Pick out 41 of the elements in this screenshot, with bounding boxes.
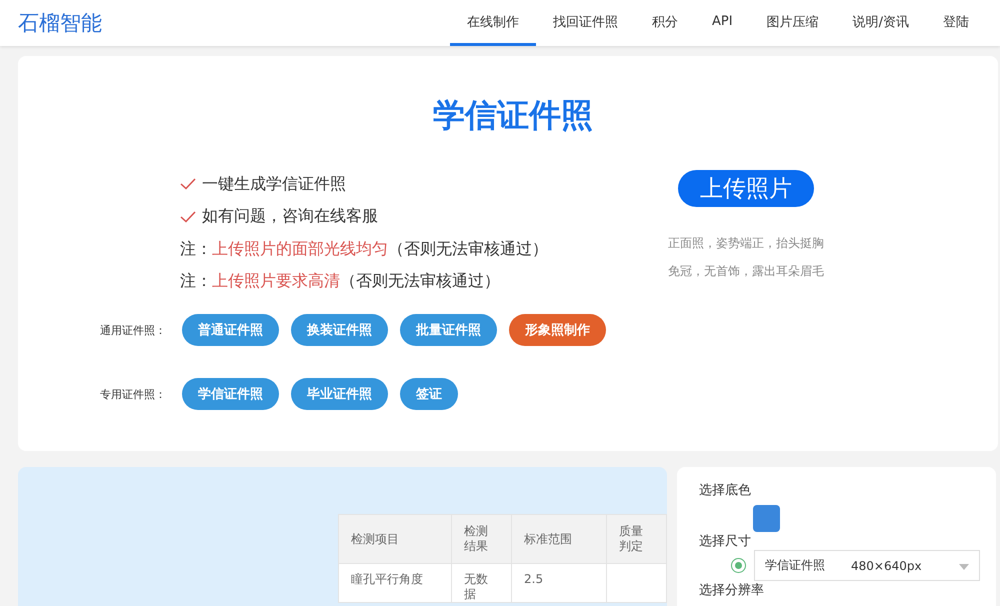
photo-type-button[interactable]: 毕业证件照 (291, 378, 388, 410)
note-text: 注：上传照片要求高清（否则无法审核通过） (180, 271, 500, 292)
photo-type-button[interactable]: 形象照制作 (509, 314, 606, 346)
tip-text: 正面照，姿势端正，抬头挺胸 (668, 235, 824, 252)
feature-text: 如有问题，咨询在线客服 (202, 206, 378, 228)
section-label: 选择分辨率 (699, 582, 765, 599)
upload-photo-button[interactable]: 上传照片 (678, 170, 814, 207)
feature-text: 一键生成学信证件照 (202, 174, 346, 195)
section-label: 选择尺寸 (699, 533, 752, 550)
caret-icon (959, 564, 969, 570)
nav-tab[interactable]: 登陆 (926, 0, 986, 46)
photo-type-button[interactable]: 学信证件照 (182, 378, 279, 410)
section-label: 选择底色 (699, 482, 752, 499)
photo-type-button[interactable]: 换装证件照 (291, 314, 388, 346)
group-label: 通用证件照： (100, 322, 167, 338)
photo-type-button[interactable]: 签证 (400, 378, 458, 410)
radio-button[interactable] (731, 558, 746, 573)
note-text: 注：上传照片的面部光线均匀（否则无法审核通过） (180, 238, 548, 260)
check-icon (180, 178, 196, 190)
nav-tab[interactable]: 图片压缩 (750, 0, 836, 46)
photo-type-button[interactable]: 普通证件照 (182, 314, 279, 346)
column-header: 标准范围 (512, 514, 606, 564)
column-header: 检测结果 (452, 514, 512, 564)
nav-tab[interactable]: API (695, 0, 750, 46)
table-cell-text: 无数据 (464, 571, 489, 602)
column-header: 质量判定 (606, 514, 666, 564)
nav-tab[interactable]: 找回证件照 (536, 0, 636, 46)
table-cell-text: 2.5 (524, 571, 544, 587)
color-swatch[interactable] (753, 505, 780, 532)
check-icon (180, 210, 196, 223)
group-label: 专用证件照： (100, 386, 167, 402)
nav-tab[interactable]: 在线制作 (450, 0, 536, 46)
nav-tab[interactable]: 积分 (635, 0, 696, 46)
tip-text: 免冠，无首饰，露出耳朵眉毛 (668, 263, 824, 280)
page-title: 学信证件照 (432, 95, 594, 136)
column-header: 检测项目 (338, 514, 452, 564)
nav-tab[interactable]: 说明/资讯 (836, 0, 926, 46)
logo-text[interactable]: 石榴智能 (18, 9, 102, 37)
photo-type-button[interactable]: 批量证件照 (400, 314, 497, 346)
table-cell-text: 瞳孔平行角度 (351, 571, 424, 587)
size-dropdown[interactable]: 学信证件照 480×640px (754, 550, 980, 581)
